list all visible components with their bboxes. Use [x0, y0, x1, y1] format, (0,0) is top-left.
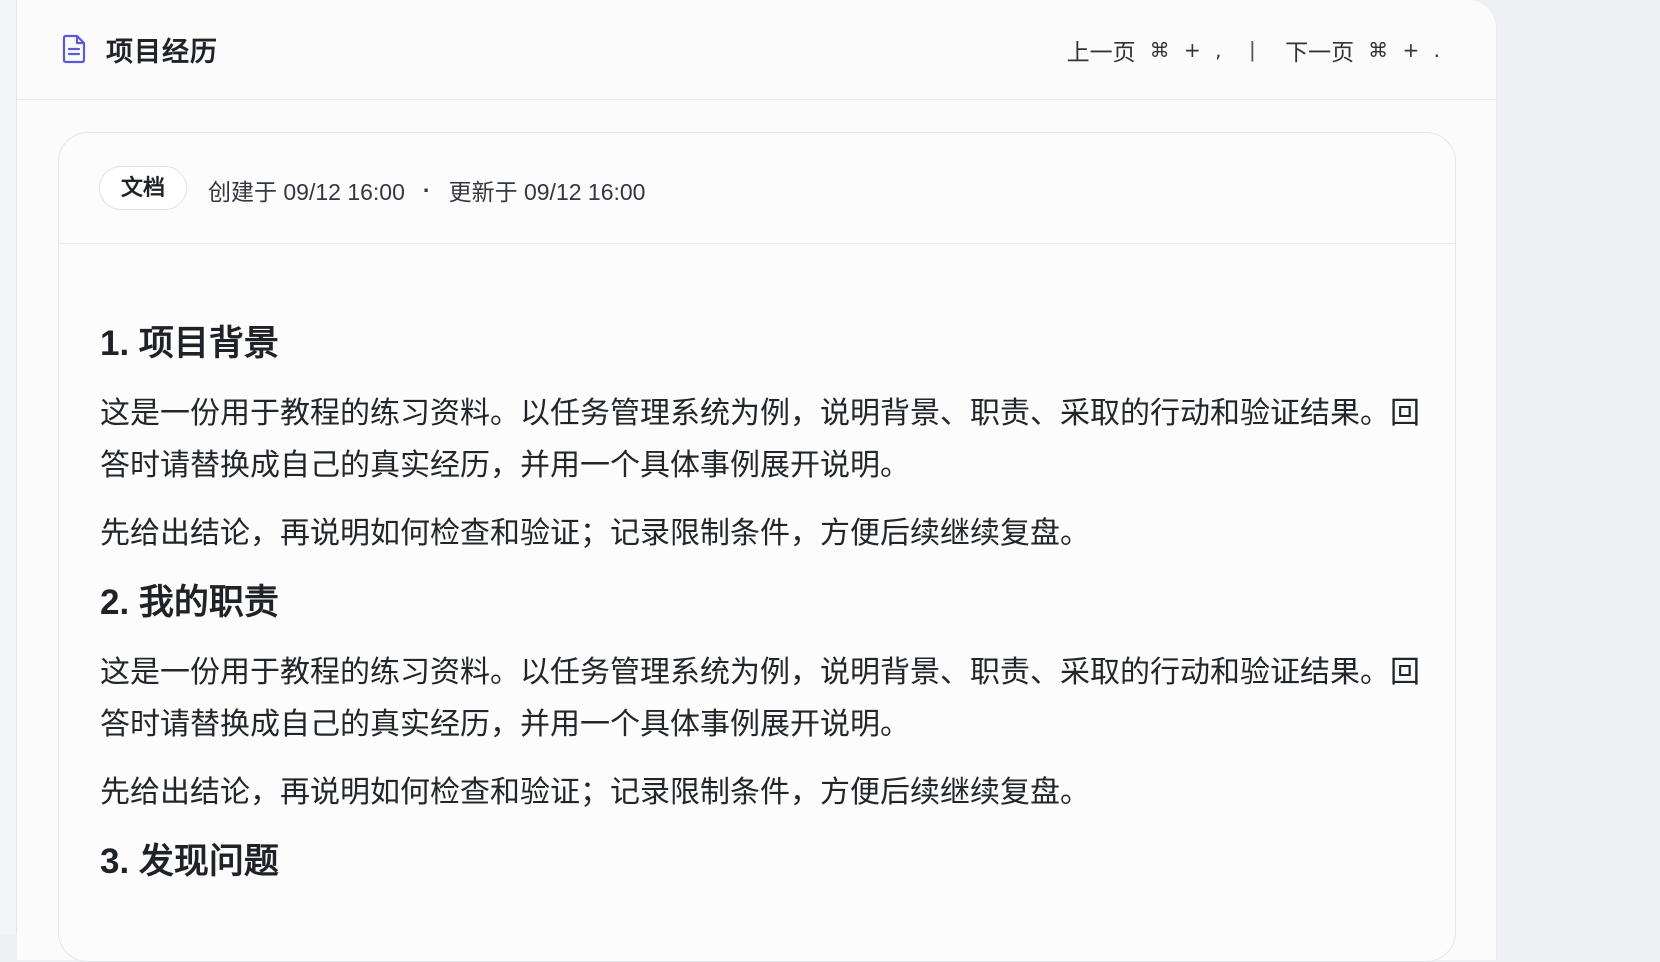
document-card: 文档 创建于 09/12 16:00 · 更新于 09/12 16:00 1. …: [58, 132, 1456, 962]
updated-time: 更新于 09/12 16:00: [448, 179, 646, 205]
document-icon: [62, 34, 86, 64]
page-title: 项目经历: [106, 37, 218, 67]
document-panel: 项目经历 上一页 ⌘ + , | 下一页 ⌘ + . 文档 创建于 09/12 …: [17, 0, 1497, 962]
prev-page-label: 上一页: [1066, 39, 1136, 65]
section-heading: 1. 项目背景: [100, 324, 279, 363]
doc-type-badge: 文档: [99, 166, 188, 210]
next-page-label: 下一页: [1285, 39, 1355, 65]
next-page-button[interactable]: 下一页 ⌘ + .: [1285, 33, 1444, 67]
nav-separator: |: [1249, 37, 1256, 62]
section-heading: 2. 我的职责: [100, 583, 279, 622]
section-paragraph: 这是一份用于教程的练习资料。以任务管理系统为例，说明背景、职责、采取的行动和验证…: [100, 656, 1420, 741]
document-header: 项目经历 上一页 ⌘ + , | 下一页 ⌘ + .: [17, 0, 1496, 100]
prev-page-shortcut: ⌘ + ,: [1149, 38, 1226, 62]
meta-dot: ·: [422, 176, 431, 203]
section-heading: 3. 发现问题: [100, 842, 279, 881]
meta-timestamps: 创建于 09/12 16:00 · 更新于 09/12 16:00: [208, 173, 645, 207]
section-paragraph: 先给出结论，再说明如何检查和验证；记录限制条件，方便后续继续复盘。: [100, 776, 1090, 809]
document-content: 1. 项目背景 这是一份用于教程的练习资料。以任务管理系统为例，说明背景、职责、…: [100, 319, 1430, 887]
page-navigation: 上一页 ⌘ + , | 下一页 ⌘ + .: [1067, 33, 1444, 67]
document-meta: 文档 创建于 09/12 16:00 · 更新于 09/12 16:00: [59, 133, 1455, 244]
sidebar-edge: [0, 0, 17, 934]
section-paragraph: 这是一份用于教程的练习资料。以任务管理系统为例，说明背景、职责、采取的行动和验证…: [100, 397, 1420, 482]
created-time: 创建于 09/12 16:00: [208, 179, 405, 205]
prev-page-button[interactable]: 上一页 ⌘ + ,: [1067, 33, 1226, 67]
section-paragraph: 先给出结论，再说明如何检查和验证；记录限制条件，方便后续继续复盘。: [100, 517, 1090, 550]
next-page-shortcut: ⌘ + .: [1368, 38, 1444, 62]
